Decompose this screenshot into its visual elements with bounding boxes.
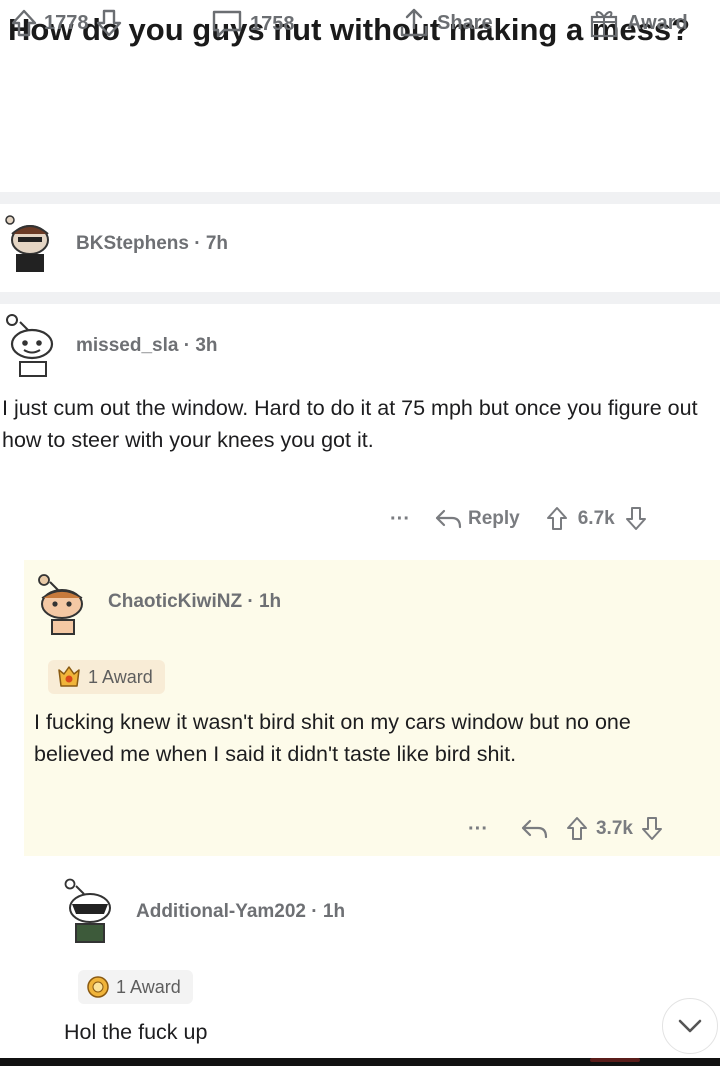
comment-meta[interactable]: missed_sla · 3h [76, 335, 218, 357]
award-label: Award [627, 11, 688, 34]
reply-label: Reply [467, 508, 520, 529]
share-label: Share [437, 11, 493, 34]
scroll-next-button[interactable] [662, 998, 718, 1054]
award-count: 1 Award [116, 976, 181, 997]
award-badge[interactable]: 1 Award [78, 970, 193, 1004]
more-options-button[interactable]: ··· [390, 508, 410, 531]
comment-body: I fucking knew it wasn't bird shit on my… [34, 710, 631, 766]
comment-header: BKStephens · 7h [2, 210, 228, 272]
post-upvote-count: 1778 [44, 11, 89, 34]
avatar[interactable] [34, 572, 90, 635]
share-icon [400, 8, 428, 37]
arrow-down-icon[interactable] [641, 816, 663, 842]
arrow-up-icon[interactable] [546, 506, 568, 532]
comment-header: Additional-Yam202 · 1h [62, 876, 345, 943]
bottom-edge [0, 1058, 720, 1066]
award-badge[interactable]: 1 Award [48, 660, 165, 694]
gift-icon [590, 11, 618, 38]
comment-footer: ··· 3.7k [468, 816, 663, 842]
chevron-down-icon [678, 1019, 702, 1033]
arrow-up-icon[interactable] [566, 816, 588, 842]
comment-meta[interactable]: Additional-Yam202 · 1h [136, 901, 345, 923]
vote-controls: 6.7k [546, 506, 647, 532]
divider [0, 192, 720, 204]
comment-count: 1758 [250, 12, 295, 35]
award-icon [58, 666, 80, 687]
more-options-button[interactable]: ··· [468, 818, 488, 841]
arrow-down-icon[interactable] [95, 8, 123, 38]
arrow-up-icon[interactable] [10, 8, 38, 38]
comment-meta[interactable]: BKStephens · 7h [76, 233, 228, 255]
award-count: 1 Award [88, 666, 153, 687]
reply-button[interactable] [520, 818, 548, 840]
comment-score: 3.7k [595, 818, 633, 839]
comment-score: 6.7k [577, 508, 615, 529]
comments-button[interactable]: 1758 [210, 8, 301, 40]
comment-body: I just cum out the window. Hard to do it… [2, 396, 698, 452]
bottom-indicator [590, 1058, 640, 1062]
reply-arrow-icon [521, 819, 548, 839]
reply-arrow-icon [435, 509, 462, 529]
vote-controls: 3.7k [566, 816, 663, 842]
avatar[interactable] [62, 876, 118, 943]
comment-header: missed_sla · 3h [2, 312, 218, 377]
award-button[interactable]: Award [587, 6, 694, 40]
comment-footer: ··· Reply 6.7k [390, 506, 647, 532]
share-button[interactable]: Share [397, 6, 499, 40]
award-icon [87, 976, 109, 998]
avatar[interactable] [2, 312, 58, 377]
post-vote-controls: 1778 [10, 8, 123, 38]
divider [0, 292, 720, 304]
comment-header: ChaoticKiwiNZ · 1h [34, 572, 281, 635]
reply-button[interactable]: Reply [434, 508, 520, 530]
avatar[interactable] [2, 210, 58, 272]
reddit-thread-screen: How do you guys nut without making a mes… [0, 0, 720, 1058]
arrow-down-icon[interactable] [625, 506, 647, 532]
speech-bubble-icon [212, 10, 242, 38]
comment-meta[interactable]: ChaoticKiwiNZ · 1h [108, 591, 281, 613]
comment-body: Hol the fuck up [64, 1020, 208, 1044]
